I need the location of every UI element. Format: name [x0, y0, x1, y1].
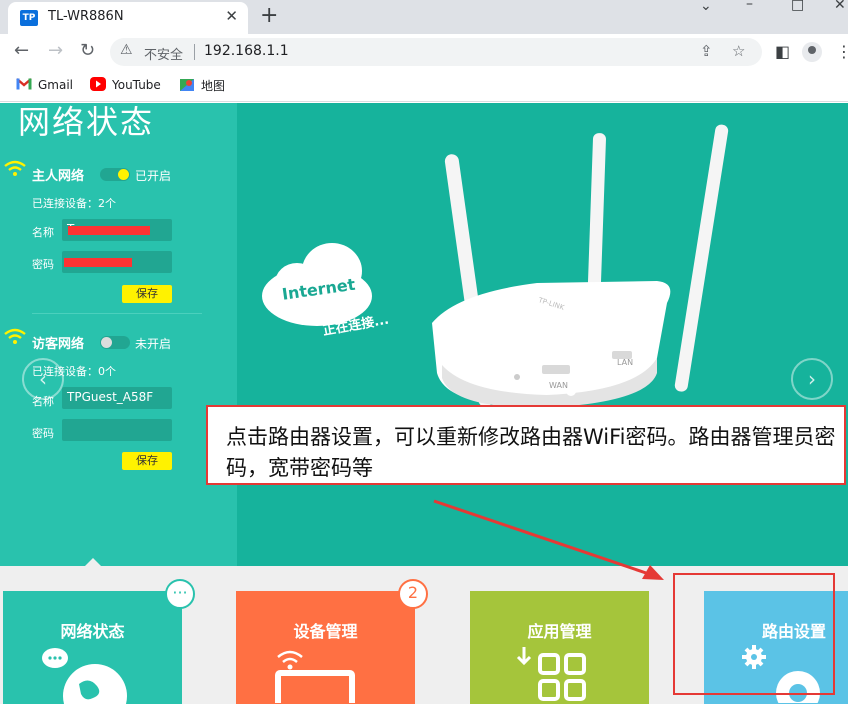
- carousel-dot[interactable]: [566, 386, 576, 396]
- network-status-panel: 网络状态 主人网络 已开启 已连接设备：2个 名称 T 密码 保存: [0, 103, 237, 566]
- browser-tab[interactable]: TP TL-WR886N ✕: [8, 2, 248, 34]
- share-icon[interactable]: ⇪: [700, 42, 713, 60]
- not-secure-warning-icon[interactable]: ⚠: [120, 42, 133, 58]
- tab-close-icon[interactable]: ✕: [225, 7, 238, 25]
- bookmark-youtube[interactable]: YouTube: [90, 77, 161, 92]
- main-network-state: 已开启: [135, 169, 172, 183]
- tab-search-chevron-icon[interactable]: ⌄: [700, 0, 712, 14]
- tile-label: 网络状态: [60, 622, 125, 641]
- bookmark-label: YouTube: [112, 78, 161, 92]
- main-name-input[interactable]: T: [62, 219, 172, 241]
- url-text[interactable]: 192.168.1.1: [204, 43, 289, 59]
- address-toolbar: ← → ↻ ⚠ 不安全 192.168.1.1 ⇪ ☆ ◧ ⋮: [0, 34, 848, 70]
- tutorial-annotation: 点击路由器设置，可以重新修改路由器WiFi密码。路由器管理员密码，宽带密码等: [206, 405, 846, 485]
- tile-app-management[interactable]: 应用管理: [470, 591, 649, 704]
- main-password-input[interactable]: [62, 251, 172, 273]
- main-network-title: 主人网络: [32, 169, 85, 184]
- guest-network-state: 未开启: [135, 337, 172, 351]
- tile-more-badge[interactable]: ···: [165, 579, 195, 609]
- lan-port-label: LAN: [617, 358, 633, 367]
- wifi-icon: [4, 160, 26, 176]
- youtube-icon: [90, 77, 106, 91]
- gmail-icon: [16, 77, 32, 91]
- omnibox-divider: [194, 44, 195, 60]
- carousel-prev-icon[interactable]: ‹: [22, 358, 64, 400]
- security-status[interactable]: 不安全: [144, 44, 183, 63]
- browser-tab-bar: TP TL-WR886N ✕ + ⌄ – □ ✕: [0, 0, 848, 34]
- bookmark-label: Gmail: [38, 78, 74, 92]
- tp-link-favicon-icon: TP: [20, 10, 38, 26]
- main-name-label: 名称: [32, 226, 54, 239]
- toggle-knob: [101, 337, 112, 348]
- bookmarks-bar: Gmail YouTube 地图: [0, 70, 848, 102]
- forward-icon[interactable]: →: [48, 40, 63, 61]
- redaction-mark: [64, 258, 132, 267]
- carousel-next-icon[interactable]: ›: [791, 358, 833, 400]
- guest-network-toggle[interactable]: [100, 336, 130, 349]
- guest-password-input[interactable]: [62, 419, 172, 441]
- maximize-icon[interactable]: □: [791, 0, 804, 13]
- side-panel-icon[interactable]: ◧: [775, 42, 790, 61]
- router-settings-highlight: [673, 573, 835, 695]
- bookmark-star-icon[interactable]: ☆: [732, 42, 745, 60]
- window-close-icon[interactable]: ✕: [834, 0, 846, 13]
- main-save-button[interactable]: 保存: [122, 285, 172, 303]
- tile-device-management[interactable]: 设备管理: [236, 591, 415, 704]
- profile-avatar-icon[interactable]: [802, 42, 822, 62]
- omnibox[interactable]: ⚠ 不安全 192.168.1.1 ⇪ ☆: [110, 38, 762, 66]
- active-tile-pointer: [82, 558, 104, 569]
- guest-network-title: 访客网络: [32, 337, 85, 352]
- redaction-mark: [68, 226, 150, 235]
- bookmark-label: 地图: [201, 79, 226, 93]
- page-title: 网络状态: [18, 103, 155, 141]
- maps-icon: [179, 78, 195, 92]
- reload-icon[interactable]: ↻: [80, 40, 95, 61]
- globe-chat-icon: [42, 648, 127, 704]
- tile-label: 设备管理: [293, 622, 358, 641]
- devices-icon: [275, 650, 355, 703]
- router-admin-page: Internet 正在连接... WAN LAN TP-LINK › 网络状态 …: [0, 103, 848, 704]
- main-network-toggle[interactable]: [100, 168, 130, 181]
- guest-password-label: 密码: [32, 427, 54, 440]
- minimize-icon[interactable]: –: [746, 0, 753, 12]
- wan-port-label: WAN: [549, 381, 568, 390]
- guest-name-input[interactable]: TPGuest_A58F: [62, 387, 172, 409]
- guest-save-button[interactable]: 保存: [122, 452, 172, 470]
- annotation-text: 点击路由器设置，可以重新修改路由器WiFi密码。路由器管理员密码，宽带密码等: [226, 425, 836, 480]
- back-icon[interactable]: ←: [14, 40, 29, 61]
- wifi-icon: [4, 328, 26, 344]
- bookmark-gmail[interactable]: Gmail: [16, 77, 73, 92]
- apps-grid-icon: [516, 647, 586, 701]
- main-network-connected: 已连接设备：2个: [32, 197, 116, 210]
- tile-label: 应用管理: [527, 622, 592, 641]
- main-password-label: 密码: [32, 258, 54, 271]
- section-divider: [32, 313, 202, 314]
- bookmark-maps[interactable]: 地图: [179, 77, 225, 94]
- annotation-arrow-icon: [433, 499, 664, 580]
- toggle-knob: [118, 169, 129, 180]
- tab-title: TL-WR886N: [48, 9, 124, 24]
- tile-network-status[interactable]: 网络状态: [3, 591, 182, 704]
- new-tab-icon[interactable]: +: [260, 3, 278, 28]
- browser-menu-icon[interactable]: ⋮: [836, 42, 848, 61]
